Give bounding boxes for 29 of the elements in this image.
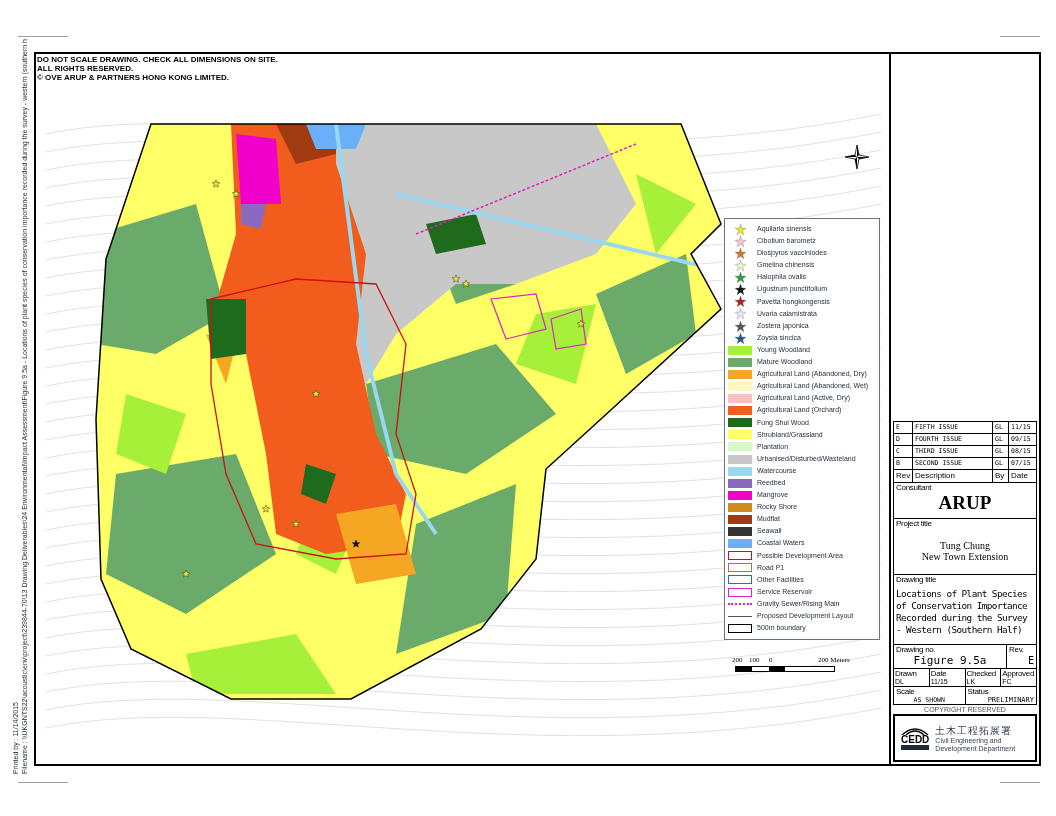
field-label: Scale [896,687,916,696]
logo-text: CEDD [901,734,930,745]
field-label: Drawing title [896,575,938,584]
field-label: Approved [1002,669,1035,678]
column-header: Date [1011,470,1028,482]
field-label: Checked [966,669,997,678]
north-arrow-icon [844,144,870,170]
agency-chinese-name: 土木工程拓展署 [935,723,1014,737]
field-label: Drawn [895,669,918,678]
drawing-note: © OVE ARUP & PARTNERS HONG KONG LIMITED. [37,73,230,82]
field-label: Date [930,669,948,678]
field-label: Project title [896,519,933,528]
revision-letter: E [1027,654,1034,667]
drawing-title: Locations of Plant Species of Conservation Importance Recorded during the Survey - Western (Southern Half) [896,588,1029,636]
drawing-number: Figure 9.5a [913,654,987,667]
drawing-note: DO NOT SCALE DRAWING. CHECK ALL DIMENSIONS ON SITE. [37,55,278,64]
drawing-note: ALL RIGHTS RESERVED. [37,64,135,73]
company-name: ARUP [938,492,992,514]
project-title: Tung Chung [940,540,990,551]
roof-arc-icon [901,726,930,735]
column-header: Rev [896,470,911,482]
field-label: Consultant [896,483,933,492]
project-title: New Town Extension [921,551,1009,562]
column-header: Description [915,470,955,482]
field-label: Status [967,687,990,696]
column-header: By [995,470,1005,482]
wave-band-icon [901,744,930,750]
field-label: Drawing no. [896,645,936,654]
field-label: Rev. [1009,645,1024,654]
